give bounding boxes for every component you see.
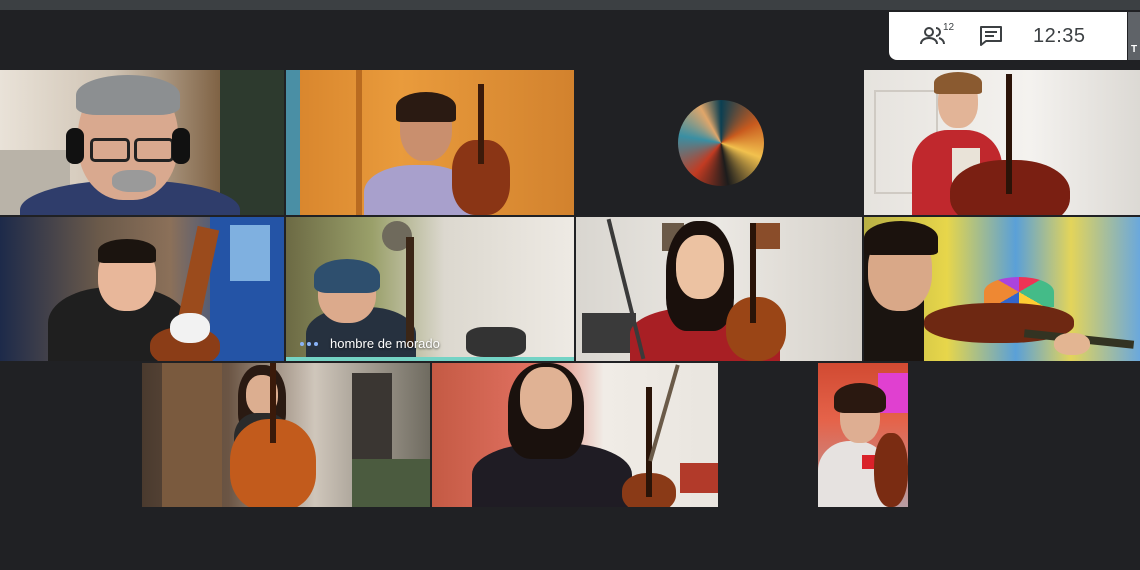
participant-tile-violin-girl-dark[interactable] [432, 363, 718, 507]
participant-avatar [678, 100, 764, 186]
participant-tile-violin-girl-smiling[interactable] [576, 217, 862, 361]
people-button[interactable]: 12 [909, 12, 957, 60]
participant-tile-double-bass-girl[interactable] [864, 70, 1140, 215]
active-speaker-bar [286, 357, 574, 361]
participants-count: 12 [943, 22, 955, 33]
participant-tile-cello-girl-room[interactable] [142, 363, 430, 507]
chat-icon [980, 26, 1002, 46]
participant-tile-avatar[interactable] [576, 70, 862, 215]
participant-tile-teacher[interactable] [0, 70, 284, 215]
speaking-indicator [300, 342, 318, 346]
participant-tile-small-girl-minnie[interactable] [818, 363, 908, 507]
participant-tile-boy-old-navy[interactable] [0, 217, 284, 361]
browser-strip [0, 0, 1140, 10]
meeting-top-bar: 12 12:35 [889, 12, 1127, 60]
participant-tile-hombre-de-morado[interactable]: hombre de morado [286, 217, 574, 361]
participant-name-label: hombre de morado [330, 336, 440, 351]
participant-tile-violin-girl-glasses[interactable] [864, 217, 1140, 361]
self-initial: T [1131, 44, 1138, 55]
participant-tile-cello-girl-orange[interactable] [286, 70, 574, 215]
chat-button[interactable] [957, 12, 1025, 60]
meeting-clock: 12:35 [1033, 24, 1086, 47]
self-view-tile[interactable]: T [1128, 12, 1140, 60]
